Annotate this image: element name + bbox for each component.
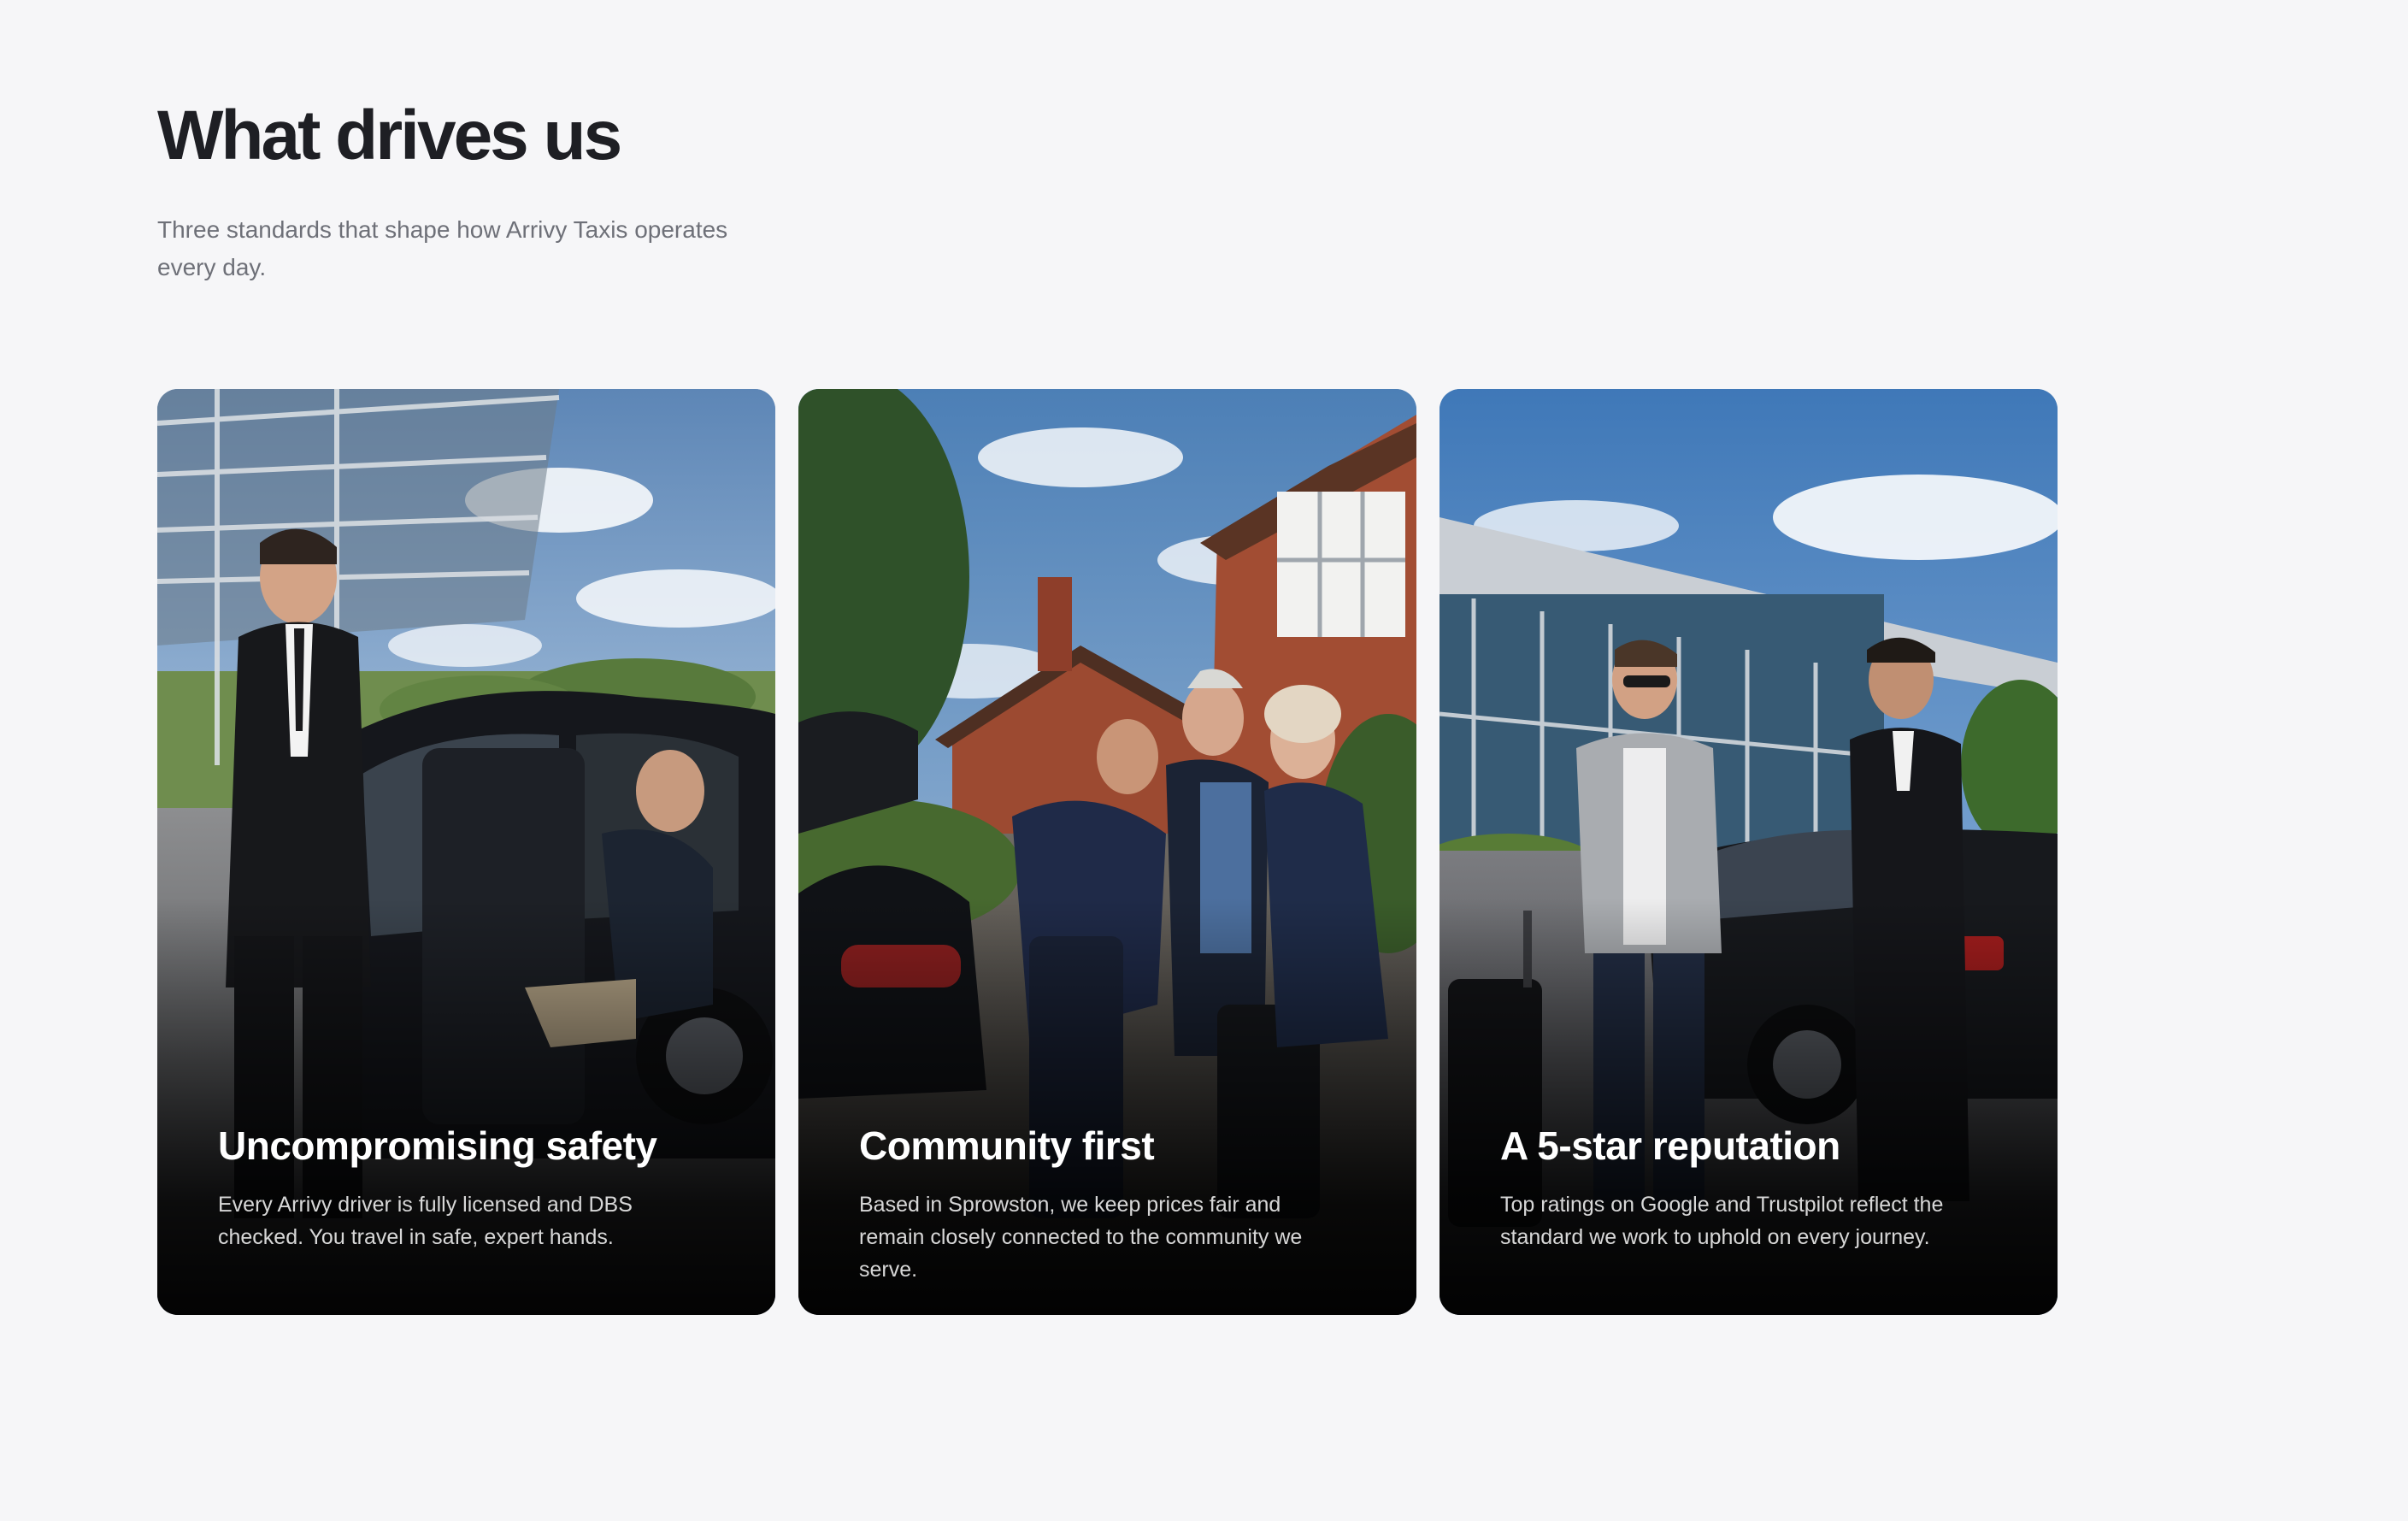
value-card-reputation: A 5-star reputation Top ratings on Googl…: [1440, 389, 2058, 1315]
card-description: Top ratings on Google and Trustpilot ref…: [1500, 1192, 1944, 1249]
values-section: What drives us Three standards that shap…: [157, 0, 2252, 1521]
value-cards: Uncompromising safety Every Arrivy drive…: [157, 389, 2058, 1315]
card-description: Based in Sprowston, we keep prices fair …: [859, 1192, 1303, 1282]
value-card-community: Community first Based in Sprowston, we k…: [798, 389, 1416, 1315]
card-title: A 5-star reputation: [1500, 1123, 1840, 1168]
section-subtitle: Three standards that shape how Arrivy Ta…: [157, 216, 728, 280]
value-card-safety: Uncompromising safety Every Arrivy drive…: [157, 389, 775, 1315]
section-title: What drives us: [157, 97, 622, 174]
card-title: Community first: [859, 1123, 1155, 1168]
card-description: Every Arrivy driver is fully licensed an…: [218, 1192, 633, 1249]
card-title: Uncompromising safety: [218, 1123, 657, 1168]
